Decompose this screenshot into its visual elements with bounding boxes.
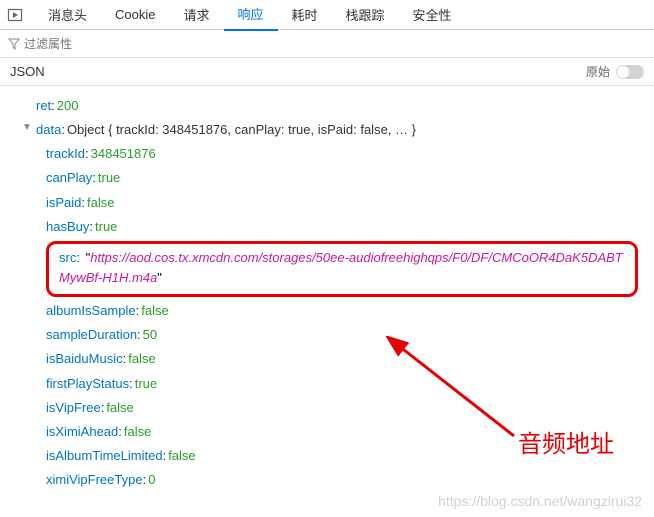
json-key: isAlbumTimeLimited [46, 446, 163, 466]
json-value: false [168, 446, 195, 466]
json-key: isPaid [46, 193, 81, 213]
toggle-switch[interactable] [616, 65, 644, 79]
json-key: ximiVipFreeType [46, 470, 143, 490]
json-key: sampleDuration [46, 325, 137, 345]
json-key: firstPlayStatus [46, 374, 129, 394]
tab-stack[interactable]: 栈跟踪 [332, 0, 399, 30]
json-row-trackid[interactable]: trackId: 348451876 [4, 142, 650, 166]
json-value: true [95, 217, 117, 237]
json-value: false [87, 193, 114, 213]
annotation-label: 音频地址 [518, 426, 614, 463]
json-row-canplay[interactable]: canPlay: true [4, 166, 650, 190]
json-value: true [98, 168, 120, 188]
toggle-pane-icon[interactable] [4, 4, 26, 26]
tab-cookie[interactable]: Cookie [101, 1, 169, 28]
json-key: isVipFree [46, 398, 101, 418]
json-row-albumissample[interactable]: albumIsSample: false [4, 299, 650, 323]
tab-headers[interactable]: 消息头 [34, 0, 101, 30]
json-key: trackId [46, 144, 85, 164]
json-object-summary: Object { trackId: 348451876, canPlay: tr… [67, 120, 416, 140]
json-label: JSON [10, 64, 45, 79]
filter-icon [8, 38, 20, 50]
json-row-ximivipfreetype[interactable]: ximiVipFreeType: 0 [4, 468, 650, 492]
json-value: false [106, 398, 133, 418]
json-row-ispaid[interactable]: isPaid: false [4, 191, 650, 215]
json-value: 200 [57, 96, 79, 116]
filter-input[interactable] [24, 37, 646, 51]
json-value: 348451876 [91, 144, 156, 164]
raw-toggle[interactable]: 原始 [586, 63, 644, 80]
json-key: src [59, 250, 76, 265]
tab-response[interactable]: 响应 [224, 0, 278, 31]
json-row-data[interactable]: ▼ data: Object { trackId: 348451876, can… [4, 118, 650, 142]
json-row-isvipfree[interactable]: isVipFree: false [4, 396, 650, 420]
json-value: true [135, 374, 157, 394]
json-key: ret [36, 96, 51, 116]
json-value: 0 [148, 470, 155, 490]
caret-down-icon[interactable]: ▼ [22, 120, 34, 136]
tab-security[interactable]: 安全性 [399, 0, 466, 30]
json-body: ret: 200 ▼ data: Object { trackId: 34845… [0, 86, 654, 500]
json-key: data [36, 120, 61, 140]
json-value: false [141, 301, 168, 321]
tab-timing[interactable]: 耗时 [278, 0, 332, 30]
json-row-sampleduration[interactable]: sampleDuration: 50 [4, 323, 650, 347]
json-key: hasBuy [46, 217, 89, 237]
watermark: https://blog.csdn.net/wangzirui32 [438, 493, 642, 509]
json-row-ret[interactable]: ret: 200 [4, 94, 650, 118]
json-row-src[interactable]: src: "https://aod.cos.tx.xmcdn.com/stora… [4, 241, 650, 297]
json-key: canPlay [46, 168, 92, 188]
json-value: false [124, 422, 151, 442]
json-row-hasbuy[interactable]: hasBuy: true [4, 215, 650, 239]
json-section-header: JSON 原始 [0, 58, 654, 86]
json-value: false [128, 349, 155, 369]
json-value: 50 [143, 325, 157, 345]
json-value: "https://aod.cos.tx.xmcdn.com/storages/5… [59, 250, 623, 285]
json-key: albumIsSample [46, 301, 136, 321]
json-row-isbaidumusic[interactable]: isBaiduMusic: false [4, 347, 650, 371]
filter-bar [0, 30, 654, 58]
src-highlight-box: src: "https://aod.cos.tx.xmcdn.com/stora… [46, 241, 638, 297]
devtools-tab-bar: 消息头 Cookie 请求 响应 耗时 栈跟踪 安全性 [0, 0, 654, 30]
raw-toggle-label: 原始 [586, 63, 610, 80]
json-row-firstplaystatus[interactable]: firstPlayStatus: true [4, 372, 650, 396]
json-key: isBaiduMusic [46, 349, 123, 369]
tab-request[interactable]: 请求 [169, 0, 223, 30]
json-key: isXimiAhead [46, 422, 118, 442]
